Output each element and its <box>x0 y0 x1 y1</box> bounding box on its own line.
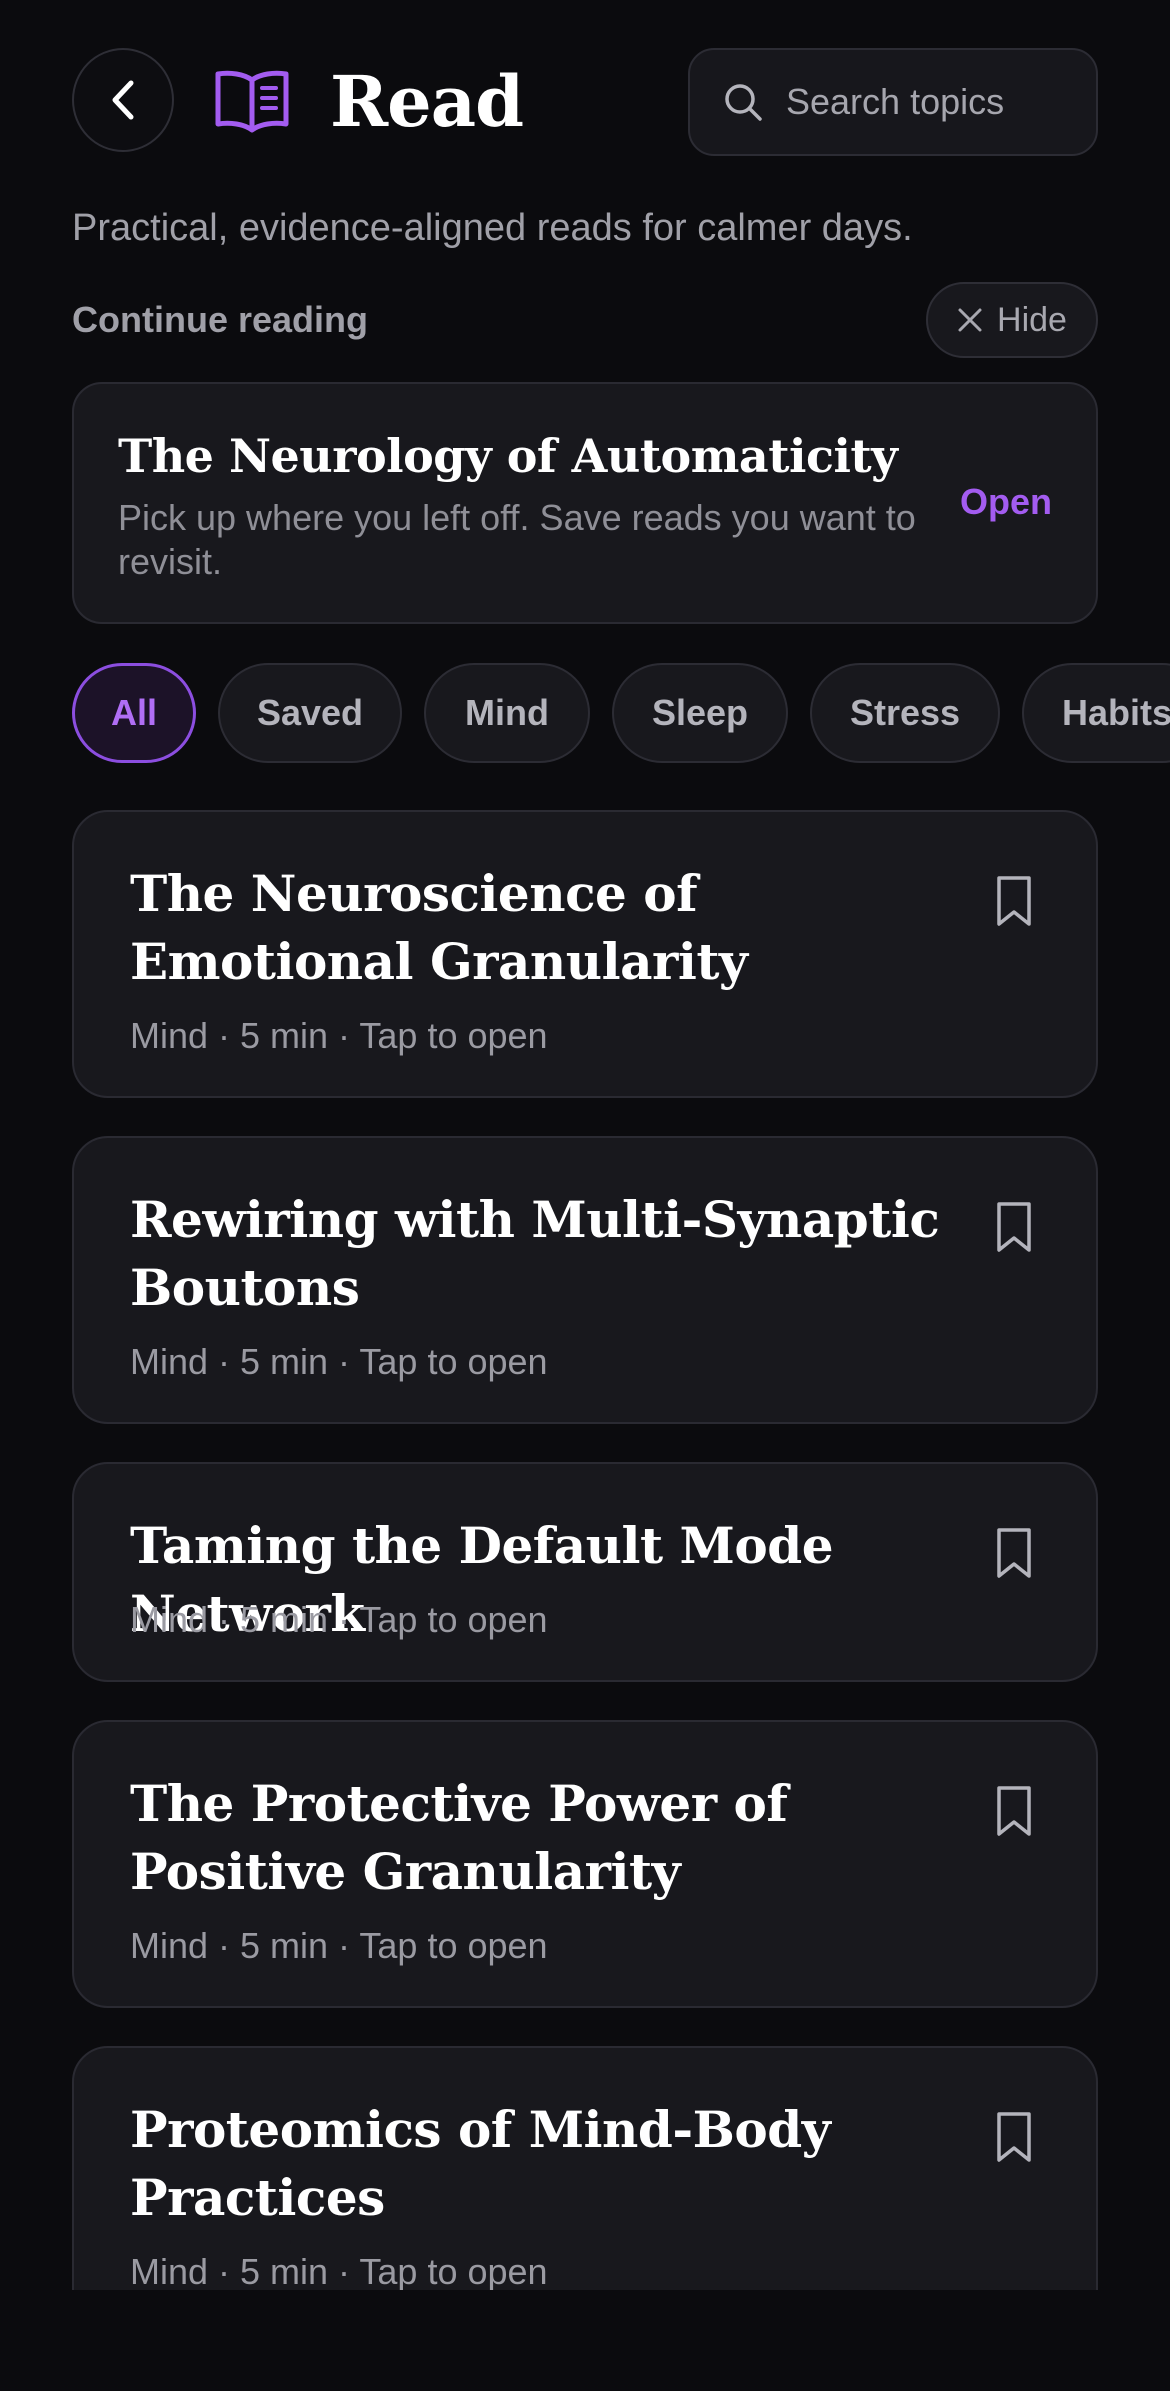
article-meta: Mind · 5 min · Tap to open <box>130 2251 548 2290</box>
continue-description: Pick up where you left off. Save reads y… <box>118 497 916 582</box>
hide-button[interactable]: Hide <box>926 282 1098 358</box>
article-meta: Mind · 5 min · Tap to open <box>130 1599 548 1640</box>
bookmark-icon[interactable] <box>994 1200 1034 1254</box>
search-input[interactable] <box>786 81 1086 123</box>
filter-chip-sleep[interactable]: Sleep <box>612 663 788 763</box>
article-title: Rewiring with Multi-Synaptic Boutons <box>130 1190 940 1317</box>
bookmark-icon[interactable] <box>994 1784 1034 1838</box>
article-title: The Protective Power of Positive Granula… <box>130 1774 788 1901</box>
read-screen: Read Practical, evidence-aligned reads f… <box>0 0 1170 2391</box>
filter-chip-saved[interactable]: Saved <box>218 663 402 763</box>
filter-chips: All Saved Mind Sleep Stress Habits <box>72 663 1170 765</box>
bookmark-icon[interactable] <box>994 874 1034 928</box>
article-card[interactable]: Proteomics of Mind-Body Practices Mind ·… <box>72 2046 1098 2290</box>
header: Read <box>72 48 1098 156</box>
article-card[interactable]: The Neuroscience of Emotional Granularit… <box>72 810 1098 1098</box>
continue-reading-card[interactable]: The Neurology of Automaticity Pick up wh… <box>72 382 1098 624</box>
search-box[interactable] <box>688 48 1098 156</box>
continue-reading-label: Continue reading <box>72 299 368 340</box>
article-title: Proteomics of Mind-Body Practices <box>130 2100 831 2227</box>
search-icon <box>725 84 762 121</box>
article-meta: Mind · 5 min · Tap to open <box>130 1341 548 1382</box>
page-title: Read <box>330 60 524 143</box>
filter-chip-mind[interactable]: Mind <box>424 663 590 763</box>
back-button[interactable] <box>72 48 174 152</box>
filter-chip-all[interactable]: All <box>72 663 196 763</box>
article-card[interactable]: Rewiring with Multi-Synaptic Boutons Min… <box>72 1136 1098 1424</box>
article-card[interactable]: The Protective Power of Positive Granula… <box>72 1720 1098 2008</box>
bookmark-icon[interactable] <box>994 1526 1034 1580</box>
chevron-left-icon <box>112 80 134 120</box>
close-icon <box>958 308 982 332</box>
article-title: The Neuroscience of Emotional Granularit… <box>130 864 748 991</box>
article-list: The Neuroscience of Emotional Granularit… <box>72 810 1098 2290</box>
article-meta: Mind · 5 min · Tap to open <box>130 1015 548 1056</box>
article-meta: Mind · 5 min · Tap to open <box>130 1925 548 1966</box>
continue-title: The Neurology of Automaticity <box>118 429 898 483</box>
page-subtitle: Practical, evidence-aligned reads for ca… <box>72 207 913 249</box>
book-open-icon <box>215 70 289 133</box>
filter-chip-stress[interactable]: Stress <box>810 663 1000 763</box>
open-button[interactable]: Open <box>960 480 1052 524</box>
bookmark-icon[interactable] <box>994 2110 1034 2164</box>
filter-chip-habits[interactable]: Habits <box>1022 663 1170 763</box>
article-card[interactable]: Taming the Default Mode Network Mind · 5… <box>72 1462 1098 1682</box>
hide-label: Hide <box>997 300 1067 339</box>
